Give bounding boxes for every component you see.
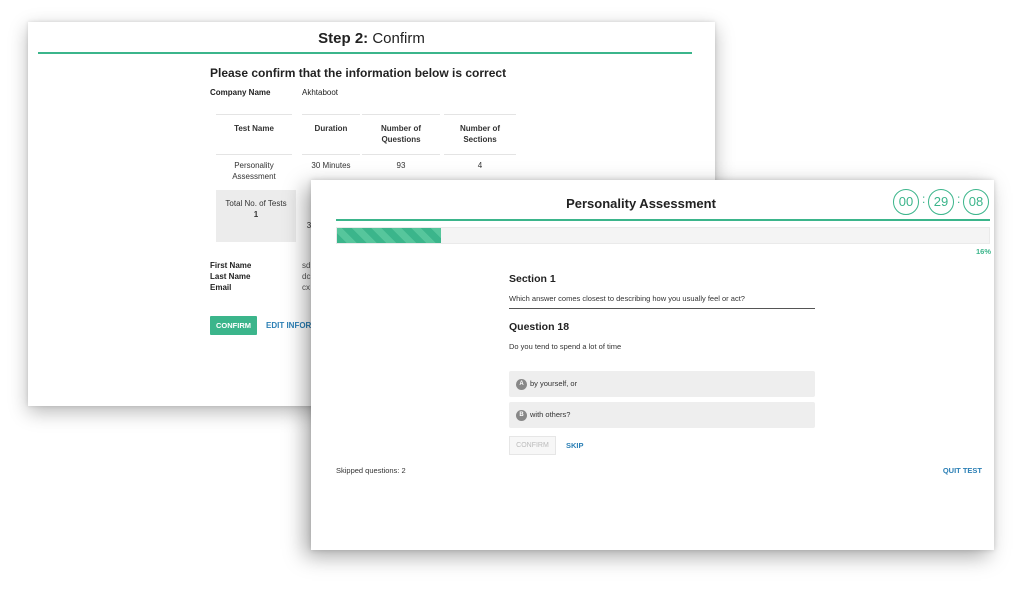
last-name-label: Last Name	[210, 272, 251, 281]
title-divider	[336, 219, 990, 221]
table-border	[444, 114, 516, 115]
timer-minutes: 29	[928, 189, 954, 215]
confirm-heading: Please confirm that the information belo…	[210, 66, 507, 80]
email-label: Email	[210, 283, 232, 292]
header-duration: Duration	[314, 124, 348, 133]
option-b-text: with others?	[530, 410, 571, 419]
table-border	[444, 154, 516, 155]
confirm-page-title: Step 2: Confirm	[28, 30, 715, 47]
timer-seconds: 08	[963, 189, 989, 215]
progress-bar	[336, 227, 990, 244]
step-label: Step 2:	[318, 30, 369, 47]
last-name-row: Last Name dc	[210, 271, 310, 282]
cell-duration: 30 Minutes	[311, 161, 351, 170]
company-value: Akhtaboot	[302, 88, 339, 97]
answer-option-a[interactable]: Aby yourself, or	[509, 371, 815, 397]
table-border	[362, 154, 440, 155]
cell-test-name: Personality Assessment	[232, 161, 276, 181]
total-tests-value: 1	[253, 210, 259, 219]
header-number-of-questions: Number of Questions	[381, 124, 421, 144]
timer-hours: 00	[893, 189, 919, 215]
confirm-answer-button[interactable]: CONFIRM	[509, 436, 556, 455]
cell-sections: 4	[477, 161, 483, 170]
section-description: Which answer comes closest to describing…	[509, 294, 745, 303]
table-border	[302, 114, 360, 115]
question-text: Do you tend to spend a lot of time	[509, 342, 622, 351]
header-number-of-sections: Number of Sections	[460, 124, 500, 144]
timer-separator: :	[922, 192, 926, 206]
first-name-label: First Name	[210, 261, 252, 270]
email-value: cx	[302, 283, 310, 292]
email-row: Email cx	[210, 282, 310, 293]
last-name-value: dc	[302, 272, 311, 281]
timer-separator: :	[957, 192, 961, 206]
step-name: Confirm	[372, 30, 425, 47]
quit-test-link[interactable]: QUIT TEST	[931, 466, 982, 475]
option-a-text: by yourself, or	[530, 379, 578, 388]
candidate-info: First Name sd Last Name dc Email cx	[210, 260, 310, 293]
option-b-badge-icon: B	[516, 409, 527, 421]
company-label: Company Name	[210, 88, 271, 97]
progress-percent: 16%	[975, 247, 991, 256]
answer-option-b[interactable]: Bwith others?	[509, 402, 815, 428]
assessment-title: Personality Assessment	[566, 196, 716, 211]
progress-bar-fill	[337, 228, 442, 243]
option-a-badge-icon: A	[516, 378, 527, 390]
skip-link[interactable]: SKIP	[566, 441, 584, 450]
section-divider	[509, 308, 815, 309]
section-title: Section 1	[509, 273, 556, 285]
assessment-window: Personality Assessment 00 : 29 : 08 16% …	[311, 180, 994, 550]
first-name-row: First Name sd	[210, 260, 310, 271]
table-border	[216, 154, 292, 155]
first-name-value: sd	[302, 261, 311, 270]
table-border	[362, 114, 440, 115]
total-tests-label: Total No. of Tests	[225, 199, 287, 208]
title-divider	[38, 52, 692, 54]
question-title: Question 18	[509, 321, 570, 333]
table-border	[302, 154, 360, 155]
table-border	[216, 114, 292, 115]
header-test-name: Test Name	[234, 124, 274, 133]
cell-questions: 93	[396, 161, 406, 170]
skipped-questions-count: Skipped questions: 2	[336, 466, 406, 475]
confirm-button[interactable]: CONFIRM	[210, 316, 257, 335]
